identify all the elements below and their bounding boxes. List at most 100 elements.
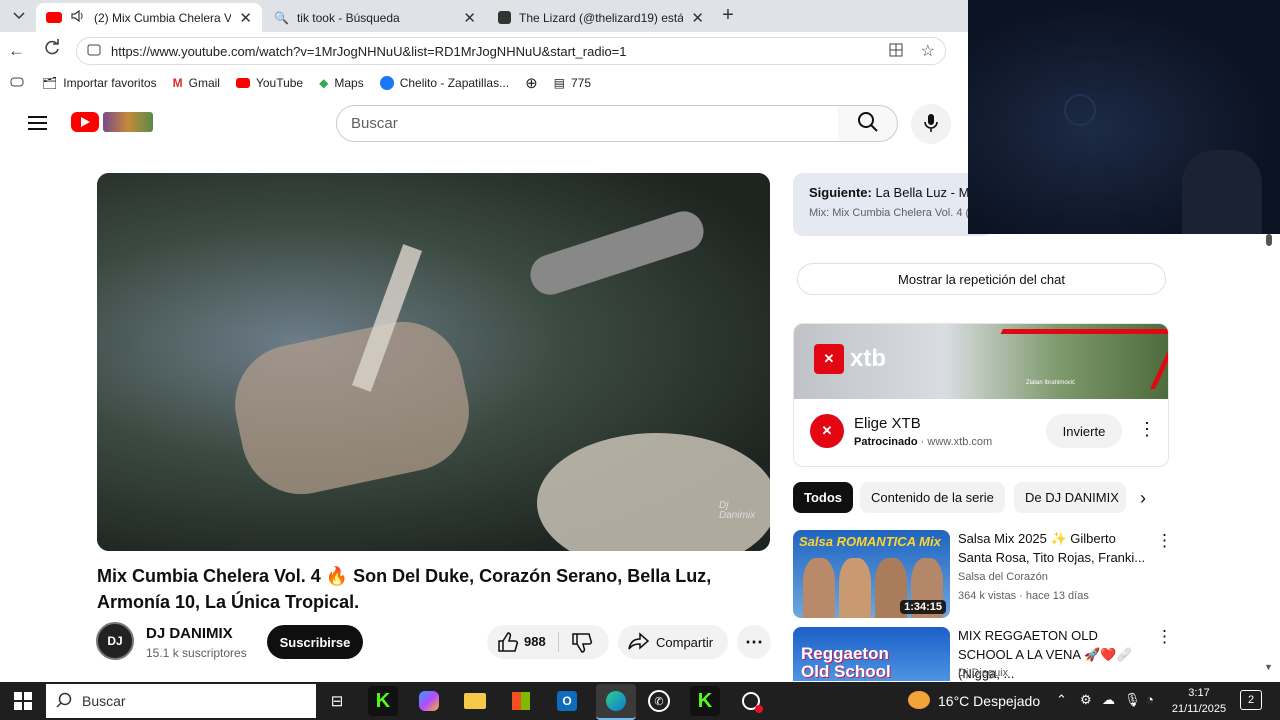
xtb-banner-text: xtb [850,345,886,372]
chat-replay-button[interactable]: Mostrar la repetición del chat [797,263,1166,295]
youtube-icon [235,78,250,88]
back-arrow-icon[interactable]: ← [8,41,25,61]
tab-youtube[interactable]: (2) Mix Cumbia Chelera Vol. 4 ✕ [36,3,262,32]
url-field[interactable]: https://www.youtube.com/watch?v=1MrJogNH… [76,37,946,65]
microsoft-store-icon[interactable] [506,686,536,716]
search-icon [56,692,72,711]
xtb-logo-icon: ✕ [810,414,844,448]
onedrive-icon[interactable]: ☁ [1102,692,1115,708]
copilot-icon[interactable] [414,686,444,716]
youtube-logo[interactable] [71,112,153,132]
related-channel[interactable]: Dj Dieguix [958,667,1008,679]
tab-close-icon[interactable]: ✕ [239,9,252,27]
ad-card[interactable]: ✕ xtb Zlatan Ibrahimović ✕ Elige XTB Pat… [793,323,1169,467]
scrollbar-thumb[interactable] [1266,234,1272,246]
notification-center-icon[interactable]: 2 [1240,690,1262,710]
bookmark-globe[interactable]: ⊕ [525,74,538,92]
related-title[interactable]: Salsa Mix 2025 ✨ Gilberto Santa Rosa, Ti… [958,529,1148,567]
chevron-right-icon[interactable]: › [1140,488,1146,509]
screen-recorder-icon[interactable] [736,686,766,716]
bookmark-gmail[interactable]: M Gmail [173,76,220,90]
duration-badge: 1:34:15 [900,600,946,614]
voice-search-button[interactable] [911,104,951,144]
tab-tiktok[interactable]: The Lizard (@thelizard19) está LIV ✕ [488,3,714,32]
show-hidden-icons-chevron-icon[interactable]: ⌃ [1056,692,1067,708]
outlook-icon[interactable]: O [552,686,582,716]
new-tab-plus-icon[interactable]: + [716,4,740,28]
tab-close-icon[interactable]: ✕ [691,9,704,27]
bookmark-775[interactable]: ▤ 775 [554,76,591,90]
windows-start-icon[interactable] [8,686,38,716]
apps-icon[interactable] [889,43,903,60]
scroll-down-arrow-icon[interactable]: ▼ [1264,662,1273,672]
tab-title: The Lizard (@thelizard19) está LIV [519,10,684,25]
chip-all[interactable]: Todos [793,482,854,513]
video-watermark: Dj Danimix [719,500,756,521]
kick-app-icon[interactable]: K [690,686,720,716]
bookmark-youtube[interactable]: YouTube [235,76,303,90]
reload-icon[interactable] [43,39,61,60]
share-button[interactable]: Compartir [618,625,728,659]
bookmark-import[interactable]: 🗂 Importar favoritos [42,76,157,90]
collections-icon[interactable] [10,76,24,90]
related-meta: 364 k vistas · hace 13 días [958,590,1089,602]
chip-channel[interactable]: De DJ DANIMIX [1014,482,1126,513]
related-more-icon[interactable]: ⋮ [1156,627,1173,647]
ceiling-light-shape [1064,94,1096,126]
related-channel[interactable]: Salsa del Corazón [958,571,1048,583]
taskbar-clock[interactable]: 3:17 21/11/2025 [1170,685,1228,717]
tab-title: (2) Mix Cumbia Chelera Vol. 4 [94,10,232,25]
taskbar-search-box[interactable]: Buscar [46,684,316,718]
tab-close-icon[interactable]: ✕ [463,9,476,27]
bookmark-label: Maps [334,76,364,90]
ad-cta-button[interactable]: Invierte [1046,414,1122,448]
chip-series[interactable]: Contenido de la serie [860,482,1005,513]
search-input[interactable]: Buscar [336,105,839,142]
like-count[interactable]: 988 [524,634,546,649]
weather-sun-icon[interactable] [908,691,930,709]
windows-taskbar: Buscar ⊟ K O ✆ K 16°C Despejado ⌃ ⚙ ☁ 🎙 … [0,682,1280,720]
task-view-icon[interactable]: ⊟ [322,686,352,716]
more-horizontal-icon: ⋯ [745,631,763,652]
related-thumbnail[interactable]: Reggaeton Old School [793,627,950,681]
kick-app-icon[interactable]: K [368,686,398,716]
up-next-card[interactable]: Siguiente: La Bella Luz - Mix Mix: Mix C… [793,173,993,236]
related-thumbnail[interactable]: Salsa ROMANTICA Mix 1:34:15 [793,530,950,618]
bookmarks-bar: 🗂 Importar favoritos M Gmail YouTube ◆ Maps… [0,70,968,96]
related-more-icon[interactable]: ⋮ [1156,531,1173,551]
wifi-icon[interactable]: ◔ [1146,692,1154,707]
ad-banner: ✕ xtb Zlatan Ibrahimović [794,324,1168,399]
weather-text[interactable]: 16°C Despejado [938,693,1040,709]
browser-tab-strip: (2) Mix Cumbia Chelera Vol. 4 ✕ 🔍 tik to… [0,0,968,32]
doodle-logo-icon [103,112,153,132]
whatsapp-icon[interactable]: ✆ [644,686,674,716]
file-explorer-icon[interactable] [460,686,490,716]
tab-title: tik took - Búsqueda [296,10,400,25]
tab-bing-search[interactable]: 🔍 tik took - Búsqueda ✕ [264,3,486,32]
thumb-text: Reggaeton Old School [801,644,891,681]
speaker-icon[interactable] [70,9,86,26]
tab-list-chevron-icon[interactable] [8,6,30,26]
bookmark-maps[interactable]: ◆ Maps [319,76,364,90]
thumbs-up-icon[interactable] [497,631,519,656]
edge-browser-icon[interactable] [596,684,636,720]
tray-app-icon[interactable]: ⚙ [1080,692,1092,708]
hamburger-menu-icon[interactable] [28,115,47,134]
thumb-text: Salsa ROMANTICA Mix [799,534,941,549]
bookmark-chelito[interactable]: Chelito - Zapatillas... [379,76,509,90]
microphone-tray-icon[interactable]: 🎙 [1124,692,1141,708]
site-info-icon[interactable] [87,44,101,59]
bookmark-label: Gmail [188,76,220,90]
video-player[interactable]: Dj Danimix [97,173,770,551]
search-button[interactable] [838,105,898,142]
channel-name[interactable]: DJ DANIMIX [146,625,233,642]
search-icon [857,111,879,136]
favorite-star-icon[interactable]: ☆ [921,41,935,61]
channel-avatar[interactable]: DJ [96,622,134,660]
ad-sponsored: Patrocinado [854,436,918,448]
xtb-x-icon: ✕ [814,344,844,374]
thumbs-down-icon[interactable] [571,632,593,657]
subscribe-button[interactable]: Suscribirse [267,625,363,659]
more-actions-button[interactable]: ⋯ [737,625,771,659]
ad-more-icon[interactable]: ⋮ [1138,419,1156,440]
